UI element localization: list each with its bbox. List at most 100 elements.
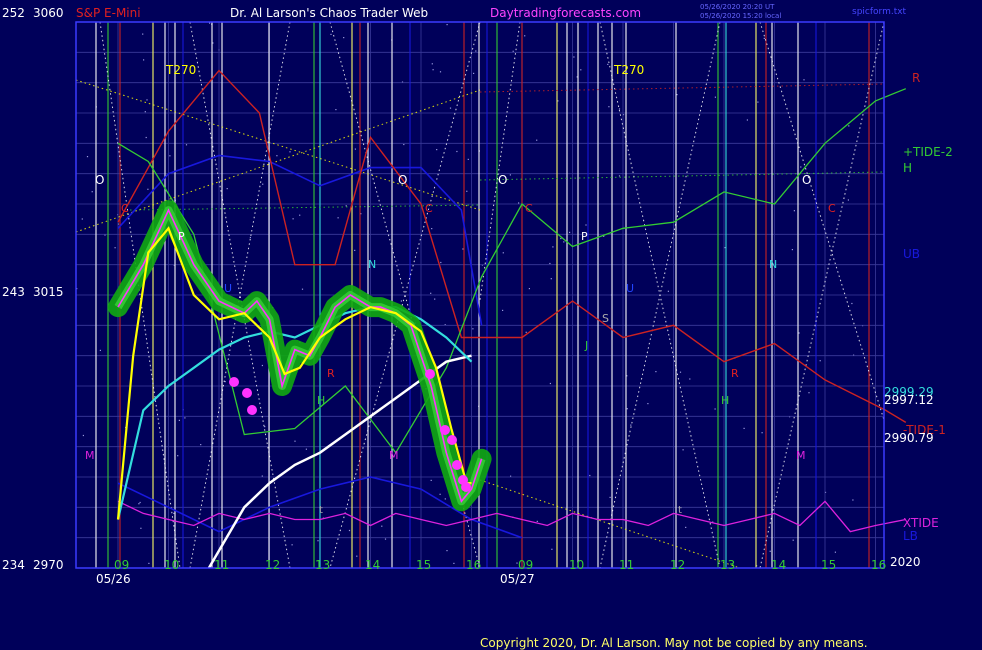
star bbox=[261, 475, 263, 477]
star bbox=[456, 150, 458, 153]
star bbox=[276, 155, 278, 157]
star bbox=[679, 371, 682, 373]
x-tick-label: 09 bbox=[114, 558, 129, 572]
star bbox=[714, 96, 716, 98]
star bbox=[609, 496, 611, 498]
x-tick-label: 14 bbox=[771, 558, 786, 572]
star bbox=[144, 111, 146, 113]
y-tick-top: 3060 bbox=[33, 6, 64, 20]
star bbox=[289, 151, 291, 153]
star bbox=[630, 424, 632, 426]
marker-t270-2: T270 bbox=[613, 63, 644, 77]
star bbox=[647, 403, 649, 405]
marker-n-2: N bbox=[769, 258, 777, 271]
star bbox=[549, 382, 551, 385]
star bbox=[551, 548, 553, 550]
star bbox=[580, 69, 582, 71]
star bbox=[589, 474, 591, 477]
site-title: Daytradingforecasts.com bbox=[490, 6, 641, 20]
star bbox=[224, 381, 226, 383]
pivot-dot bbox=[447, 435, 457, 445]
star bbox=[746, 119, 748, 121]
star bbox=[848, 125, 850, 127]
star bbox=[475, 50, 477, 52]
star bbox=[81, 218, 83, 220]
marker-r-2: R bbox=[731, 367, 739, 380]
legend-h: H bbox=[903, 161, 912, 175]
star bbox=[299, 214, 301, 216]
star bbox=[851, 302, 853, 305]
star bbox=[178, 419, 180, 421]
star bbox=[147, 188, 149, 190]
marker-s: S bbox=[602, 312, 609, 325]
star bbox=[345, 205, 347, 207]
pivot-dot bbox=[242, 388, 252, 398]
star bbox=[143, 59, 145, 61]
star bbox=[462, 248, 464, 250]
star bbox=[440, 261, 442, 264]
star bbox=[525, 331, 527, 333]
star bbox=[502, 252, 504, 254]
star bbox=[852, 499, 854, 501]
y-tick-bottom: 2970 bbox=[33, 558, 64, 572]
pivot-dot bbox=[452, 460, 462, 470]
star bbox=[348, 529, 351, 532]
star bbox=[173, 512, 175, 514]
star bbox=[793, 210, 795, 212]
star bbox=[291, 544, 293, 546]
marker-o-4: O bbox=[802, 173, 811, 187]
star bbox=[403, 143, 405, 146]
marker-m-1: M bbox=[85, 449, 95, 462]
star bbox=[436, 149, 438, 151]
timestamp-ut: 05/26/2020 20:20 UT bbox=[700, 3, 775, 11]
star bbox=[82, 434, 84, 437]
x-tick-label: 11 bbox=[214, 558, 229, 572]
star bbox=[761, 432, 763, 434]
star bbox=[431, 63, 433, 65]
copyright: Copyright 2020, Dr. Al Larson. May not b… bbox=[480, 636, 868, 650]
star bbox=[381, 525, 383, 527]
pivot-dot bbox=[440, 425, 450, 435]
marker-u-1: U bbox=[224, 282, 232, 295]
star bbox=[763, 37, 765, 39]
x-tick-label: 16 bbox=[466, 558, 481, 572]
star bbox=[512, 50, 514, 52]
star bbox=[261, 364, 263, 367]
star bbox=[803, 79, 805, 81]
legend-xtide: XTIDE bbox=[903, 516, 939, 530]
marker-c-4: C bbox=[828, 202, 836, 215]
marker-p-2: P bbox=[581, 230, 588, 243]
marker-o-1: O bbox=[95, 173, 104, 187]
star bbox=[536, 139, 538, 141]
star bbox=[148, 562, 150, 564]
star bbox=[99, 349, 101, 351]
star bbox=[430, 292, 432, 294]
legend-r: R bbox=[912, 71, 920, 85]
x-tick-label: 15 bbox=[416, 558, 431, 572]
marker-p-1: P bbox=[178, 230, 185, 243]
star bbox=[146, 99, 148, 101]
star bbox=[626, 408, 628, 410]
star bbox=[145, 136, 147, 139]
star bbox=[502, 309, 504, 311]
star bbox=[449, 107, 452, 109]
star bbox=[177, 455, 179, 457]
pivot-dot bbox=[247, 405, 257, 415]
star bbox=[343, 37, 345, 39]
marker-c-2: C bbox=[425, 202, 433, 215]
star bbox=[792, 539, 794, 541]
marker-c-3: C bbox=[525, 202, 533, 215]
star bbox=[434, 298, 436, 300]
star bbox=[292, 218, 294, 220]
x-tick-label: 13 bbox=[720, 558, 735, 572]
star bbox=[473, 72, 475, 74]
legend-tide-2: +TIDE-2 bbox=[903, 145, 953, 159]
marker-h-2: H bbox=[721, 394, 729, 407]
star bbox=[142, 33, 144, 35]
day-label-2: 05/27 bbox=[500, 572, 535, 586]
x-tick-label: 13 bbox=[315, 558, 330, 572]
star bbox=[317, 540, 319, 542]
star bbox=[184, 417, 186, 419]
star bbox=[453, 562, 455, 564]
x-tick-label: 12 bbox=[265, 558, 280, 572]
